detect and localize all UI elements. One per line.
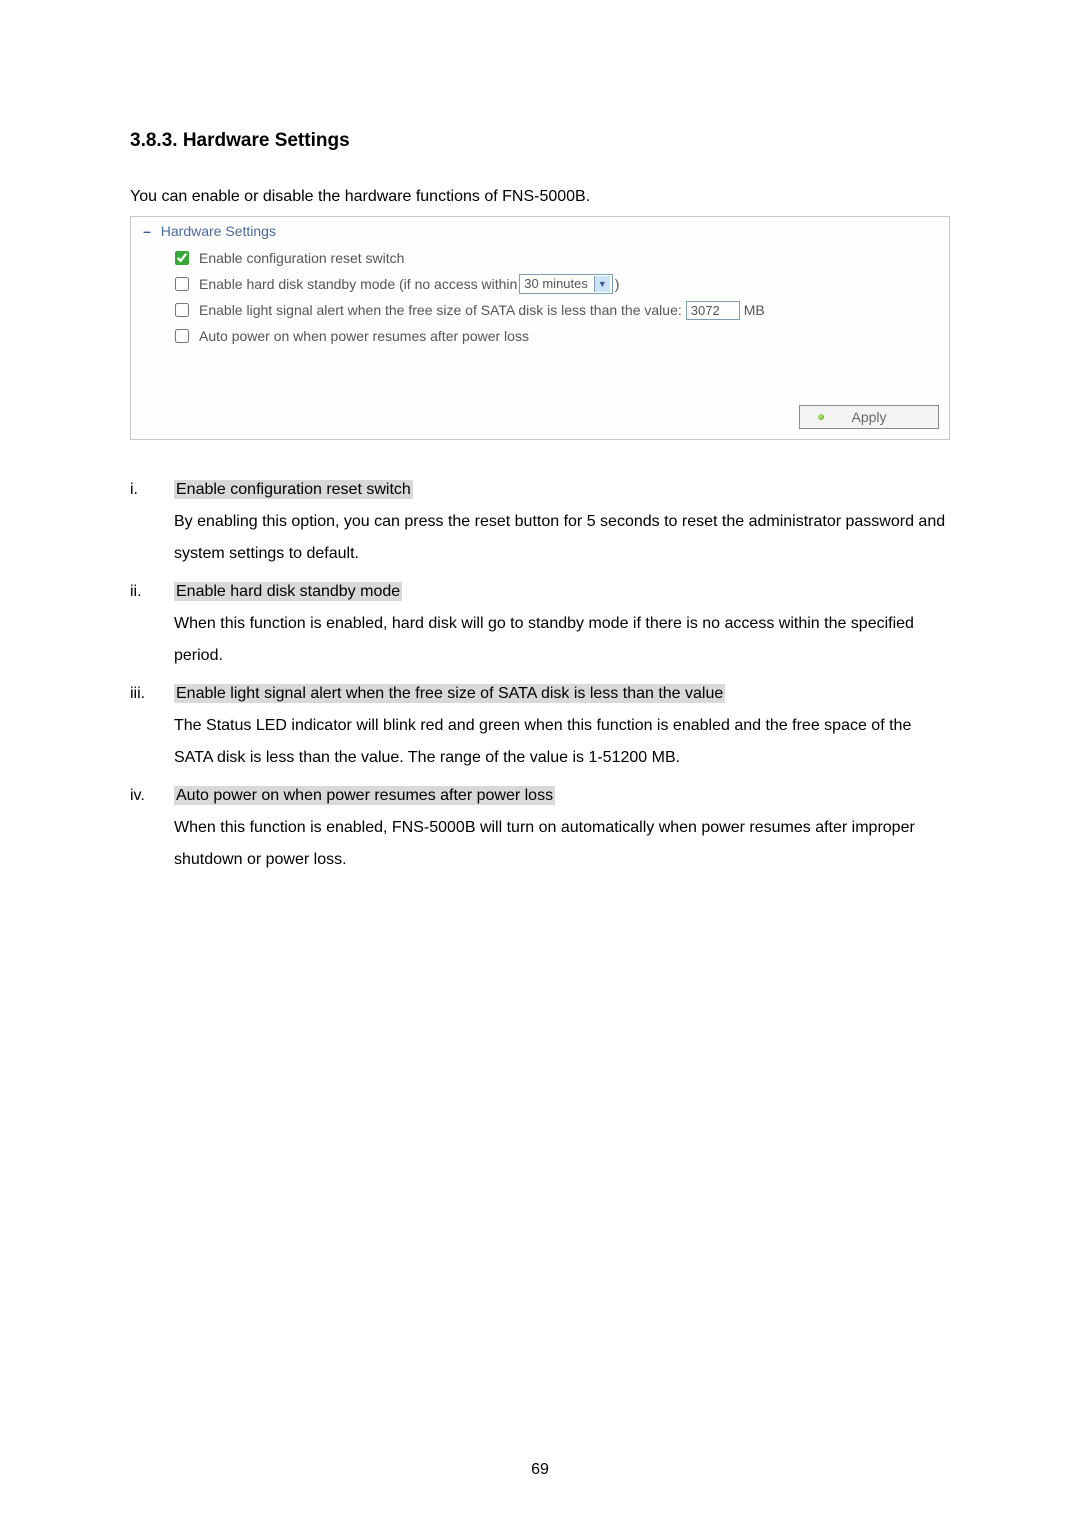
list-marker: iv. [130, 780, 174, 876]
panel-title: – Hardware Settings [131, 223, 949, 245]
option-label: Enable configuration reset switch [199, 248, 404, 268]
list-item-title: Enable configuration reset switch [174, 480, 413, 499]
chevron-down-icon[interactable]: ▼ [594, 276, 610, 292]
panel-title-text: Hardware Settings [161, 223, 276, 239]
option-label-suffix: MB [744, 300, 765, 320]
option-label-suffix: ) [615, 274, 620, 294]
standby-time-select[interactable]: 30 minutes ▼ [519, 274, 613, 294]
disk-size-input[interactable] [686, 301, 740, 320]
list-item-title: Auto power on when power resumes after p… [174, 786, 555, 805]
hardware-settings-panel: – Hardware Settings Enable configuration… [130, 216, 950, 440]
option-row-auto-power: Auto power on when power resumes after p… [131, 323, 949, 349]
apply-button-label: Apply [851, 409, 886, 425]
option-row-reset-switch: Enable configuration reset switch [131, 245, 949, 271]
list-item-title: Enable hard disk standby mode [174, 582, 402, 601]
list-item: ii. Enable hard disk standby mode When t… [130, 576, 950, 672]
checkbox-reset-switch[interactable] [175, 251, 189, 265]
intro-text: You can enable or disable the hardware f… [130, 188, 950, 206]
list-marker: ii. [130, 576, 174, 672]
standby-time-value: 30 minutes [524, 274, 588, 294]
option-label-prefix: Enable hard disk standby mode (if no acc… [199, 274, 517, 294]
option-label: Auto power on when power resumes after p… [199, 326, 529, 346]
list-item: iii. Enable light signal alert when the … [130, 678, 950, 774]
collapse-icon[interactable]: – [141, 223, 153, 239]
list-item-body: When this function is enabled, FNS-5000B… [174, 819, 915, 868]
option-row-light-alert: Enable light signal alert when the free … [131, 297, 949, 323]
option-row-standby: Enable hard disk standby mode (if no acc… [131, 271, 949, 297]
checkbox-auto-power[interactable] [175, 329, 189, 343]
list-marker: iii. [130, 678, 174, 774]
list-item: iv. Auto power on when power resumes aft… [130, 780, 950, 876]
dot-icon [818, 414, 824, 420]
list-item-body: By enabling this option, you can press t… [174, 513, 945, 562]
section-heading: 3.8.3. Hardware Settings [130, 130, 950, 152]
list-item-body: The Status LED indicator will blink red … [174, 717, 911, 766]
description-list: i. Enable configuration reset switch By … [130, 474, 950, 876]
apply-button[interactable]: Apply [799, 405, 939, 429]
list-item-title: Enable light signal alert when the free … [174, 684, 725, 703]
option-label-prefix: Enable light signal alert when the free … [199, 300, 682, 320]
checkbox-standby[interactable] [175, 277, 189, 291]
list-item: i. Enable configuration reset switch By … [130, 474, 950, 570]
list-marker: i. [130, 474, 174, 570]
page-number: 69 [0, 1461, 1080, 1479]
checkbox-light-alert[interactable] [175, 303, 189, 317]
list-item-body: When this function is enabled, hard disk… [174, 615, 914, 664]
